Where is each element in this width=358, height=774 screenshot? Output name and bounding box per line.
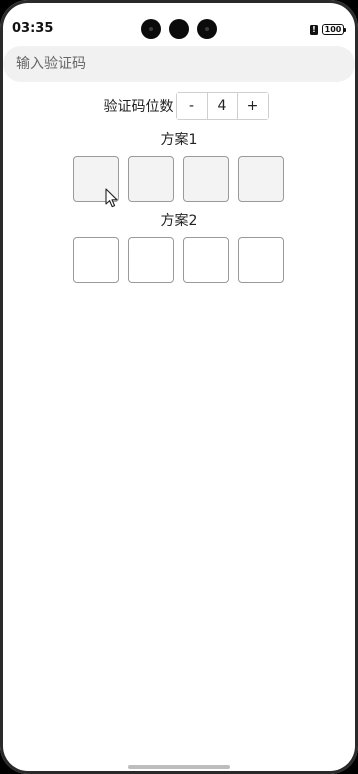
digits-setting-row: 验证码位数 - 4 + — [0, 91, 358, 121]
status-indicators: ! 100 — [310, 24, 346, 35]
code-box[interactable] — [128, 237, 174, 283]
phone-screen: 03:35 ! 100 验证码位数 - 4 + 方案1 方案2 — [0, 0, 358, 774]
digits-value: 4 — [206, 93, 238, 119]
battery-level: 100 — [324, 25, 342, 34]
code-box[interactable] — [238, 237, 284, 283]
home-indicator[interactable] — [128, 765, 230, 769]
code-box[interactable] — [128, 156, 174, 202]
verification-code-input[interactable] — [3, 46, 355, 82]
code-box[interactable] — [238, 156, 284, 202]
status-bar: 03:35 ! 100 — [0, 0, 358, 44]
digits-label: 验证码位数 — [103, 99, 174, 115]
battery-icon: 100 — [322, 24, 346, 35]
scheme-2-code-boxes — [73, 237, 284, 283]
code-box[interactable] — [183, 156, 229, 202]
camera-icon — [169, 19, 189, 39]
digits-stepper: - 4 + — [175, 92, 269, 120]
scheme-1-title: 方案1 — [160, 132, 198, 148]
camera-icon — [197, 19, 217, 39]
alert-icon: ! — [310, 24, 318, 35]
camera-cutout — [141, 19, 217, 39]
code-box[interactable] — [73, 237, 119, 283]
mouse-pointer-icon — [105, 188, 118, 208]
status-time: 03:35 — [12, 21, 54, 36]
decrement-button[interactable]: - — [176, 93, 207, 119]
scheme-2-title: 方案2 — [160, 213, 198, 229]
camera-icon — [141, 19, 161, 39]
code-box[interactable] — [183, 237, 229, 283]
increment-button[interactable]: + — [237, 93, 268, 119]
